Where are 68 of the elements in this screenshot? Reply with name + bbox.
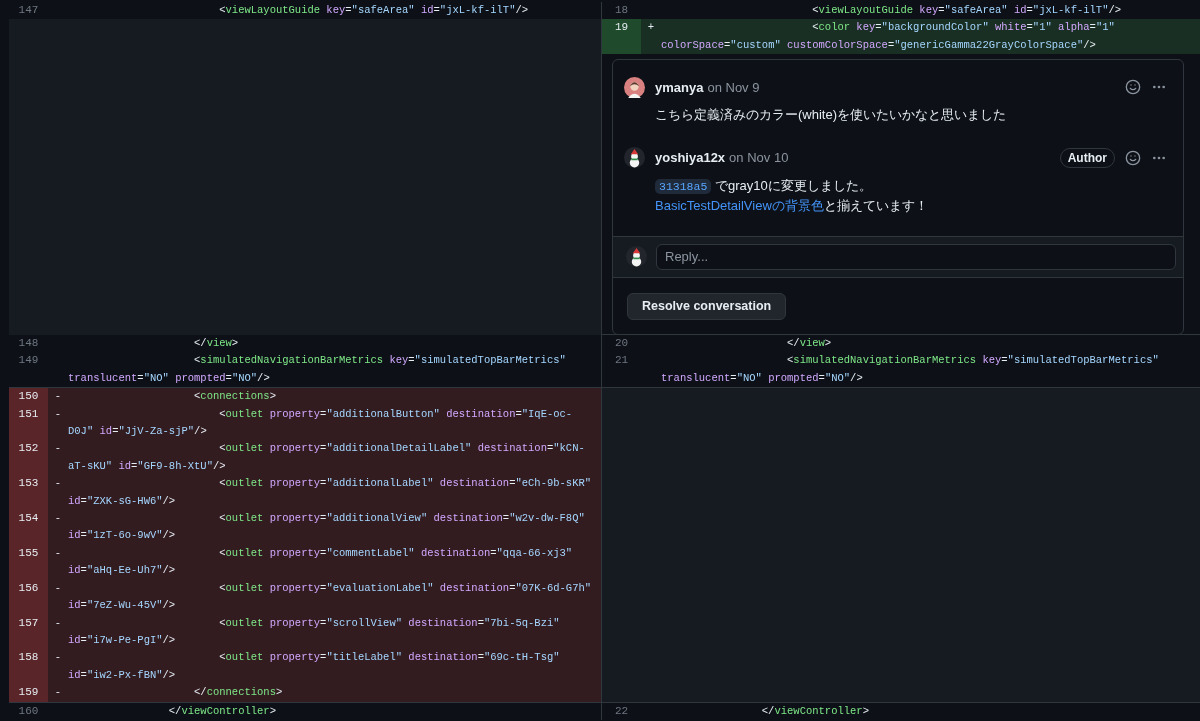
- author-name[interactable]: ymanya: [655, 79, 704, 95]
- diff-sign: -: [54, 511, 62, 527]
- code-line: <outlet property="additionalButton" destination="IqE-oc-: [218, 406, 573, 422]
- diff-sign: -: [54, 580, 62, 596]
- line-number: 19: [602, 19, 641, 55]
- line-number: 153: [9, 475, 48, 511]
- diff-sign: -: [54, 441, 62, 457]
- diff-sign: -: [54, 406, 62, 422]
- comment-text: 31318a5 でgray10に変更しました。: [655, 175, 1167, 197]
- line-number: 152: [9, 440, 48, 476]
- code-line: <outlet property="scrollView" destination="7bi-5q-Bzi": [218, 615, 560, 631]
- code-line: <simulatedNavigationBarMetrics key="simulatedTopBarMetrics": [193, 353, 566, 369]
- line-number: 151: [9, 405, 48, 441]
- code-line: D0J" id="JjV-Za-sjP"/>: [68, 424, 207, 440]
- code-line: translucent="NO" prompted="NO"/>: [661, 370, 863, 386]
- reply-field[interactable]: Reply...: [656, 243, 1176, 270]
- code-line: id="ZXK-sG-HW6"/>: [68, 493, 176, 509]
- commit-link[interactable]: 31318a5: [655, 178, 712, 194]
- code-line: </view>: [193, 336, 239, 351]
- emoji-reaction-icon[interactable]: [1125, 149, 1141, 166]
- author-name[interactable]: yoshiya12x: [655, 150, 726, 166]
- line-number: 155: [9, 544, 48, 580]
- comment-date[interactable]: on Nov 10: [729, 150, 789, 166]
- code-line: <outlet property="evaluationLabel" destination="07K-6d-G7h": [218, 580, 592, 596]
- avatar[interactable]: [626, 246, 647, 268]
- code-line: aT-sKU" id="GF9-8h-XtU"/>: [68, 458, 226, 474]
- line-number: 156: [9, 579, 48, 615]
- avatar[interactable]: [624, 147, 645, 169]
- code-line: id="i7w-Pe-PgI"/>: [68, 632, 176, 648]
- diff-sign: -: [54, 650, 62, 666]
- diff-sign: -: [54, 389, 62, 405]
- code-line: id="aHq-Ee-Uh7"/>: [68, 563, 176, 579]
- comment-text: こちら定義済みのカラー(white)を使いたいかなと思いました: [655, 106, 1007, 125]
- code-line: <viewLayoutGuide key="safeArea" id="jxL-kf-ilT"/>: [218, 3, 529, 18]
- code-line: <connections>: [193, 389, 276, 405]
- line-number: 150: [9, 388, 48, 406]
- code-line: </view>: [786, 336, 832, 351]
- code-line: id="7eZ-Wu-45V"/>: [68, 598, 176, 614]
- code-line: <outlet property="additionalDetailLabel" destination="kCN-: [218, 441, 585, 457]
- comment-text: BasicTestDetailViewの背景色と揃えています！: [655, 197, 929, 216]
- code-line: </viewController>: [167, 703, 276, 719]
- diff-sign: -: [54, 685, 62, 701]
- line-number: 158: [9, 649, 48, 685]
- emoji-reaction-icon[interactable]: [1125, 79, 1141, 96]
- line-number: 157: [9, 614, 48, 650]
- resolve-conversation-button[interactable]: Resolve conversation: [627, 292, 787, 320]
- avatar[interactable]: [624, 76, 645, 98]
- diff-sign: +: [647, 20, 655, 36]
- diff-sign: -: [54, 545, 62, 561]
- code-line: <simulatedNavigationBarMetrics key="simulatedTopBarMetrics": [786, 353, 1159, 369]
- code-line: <outlet property="titleLabel" destination="69c-tH-Tsg": [218, 650, 560, 666]
- diff-sign: -: [54, 476, 62, 492]
- line-number: 154: [9, 510, 48, 545]
- code-line: translucent="NO" prompted="NO"/>: [68, 370, 270, 386]
- diff-sign: -: [54, 615, 62, 631]
- code-line: <outlet property="additionalLabel" destination="eCh-9b-sKR": [218, 476, 592, 492]
- comment-date[interactable]: on Nov 9: [707, 79, 760, 95]
- code-line: </connections>: [193, 685, 283, 701]
- line-number: 159: [9, 684, 48, 702]
- code-line: id="iw2-Px-fBN"/>: [68, 667, 176, 683]
- code-line: <outlet property="commentLabel" destination="qqa-66-xj3": [218, 545, 573, 561]
- code-line: </viewController>: [760, 703, 869, 719]
- code-line: <outlet property="additionalView" destination="w2v-dw-F8Q": [218, 511, 585, 527]
- code-line: colorSpace="custom" customColorSpace="genericGamma22GrayColorSpace"/>: [661, 37, 1096, 53]
- text-link[interactable]: BasicTestDetailViewの背景色: [655, 198, 824, 214]
- code-line: <viewLayoutGuide key="safeArea" id="jxL-kf-ilT"/>: [811, 3, 1122, 18]
- code-line: id="1zT-6o-9wV"/>: [68, 528, 176, 544]
- code-line: <color key="backgroundColor" white="1" alpha="1": [811, 20, 1115, 36]
